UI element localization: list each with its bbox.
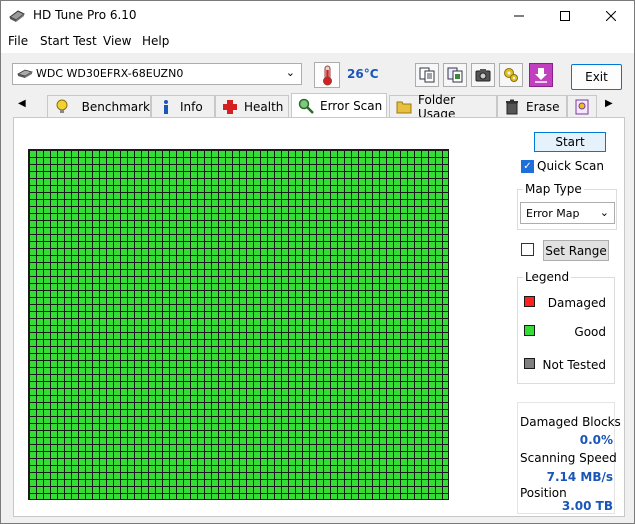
tab-scroll-left-icon[interactable]: ◀ xyxy=(18,98,26,109)
maximize-icon xyxy=(560,11,570,21)
app-window: HD Tune Pro 6.10 File Start Test View He… xyxy=(0,0,635,524)
error-map-grid xyxy=(28,149,449,500)
drive-select[interactable]: WDC WD30EFRX-68EUZN0 ⌄ xyxy=(12,63,302,85)
position-label: Position xyxy=(520,486,567,500)
menu-start-test[interactable]: Start Test xyxy=(40,34,97,48)
map-type-title: Map Type xyxy=(523,182,584,196)
camera-icon xyxy=(475,69,491,82)
drive-name: WDC WD30EFRX-68EUZN0 xyxy=(36,67,184,80)
download-arrow-icon xyxy=(535,68,547,83)
hd-tune-app-icon xyxy=(9,10,25,22)
toolbar: WDC WD30EFRX-68EUZN0 ⌄ 26°C Exit xyxy=(1,53,634,95)
error-scan-panel: Start ✓ Quick Scan Map Type Error Map ⌄ … xyxy=(13,117,625,517)
save-button[interactable] xyxy=(529,63,553,87)
tab-error-scan[interactable]: Error Scan xyxy=(291,93,387,117)
tab-label: Error Scan xyxy=(320,98,383,113)
magnifier-icon xyxy=(298,98,314,114)
menu-help[interactable]: Help xyxy=(142,34,169,48)
options-button[interactable] xyxy=(499,63,523,87)
menu-bar: File Start Test View Help xyxy=(1,31,634,53)
info-icon xyxy=(158,99,174,115)
menu-file[interactable]: File xyxy=(8,34,28,48)
chevron-down-icon: ⌄ xyxy=(599,206,609,219)
red-cross-icon xyxy=(222,99,238,115)
damaged-swatch xyxy=(524,296,535,307)
position-value: 3.00 TB xyxy=(561,499,613,513)
not-tested-swatch xyxy=(524,358,535,369)
tab-bar: ◀ Benchmark Info Health Error Scan Folde… xyxy=(1,93,634,121)
maximize-button[interactable] xyxy=(542,1,588,31)
tab-health[interactable]: Health xyxy=(215,95,289,117)
map-type-select[interactable]: Error Map ⌄ xyxy=(520,202,615,224)
thermometer-icon xyxy=(323,65,332,86)
tab-label: Info xyxy=(180,99,203,114)
trash-icon xyxy=(504,99,520,115)
scanning-speed-label: Scanning Speed xyxy=(520,451,617,465)
start-button[interactable]: Start xyxy=(534,132,606,152)
purple-tab-icon xyxy=(574,99,590,115)
quick-scan-label: Quick Scan xyxy=(537,159,604,173)
legend-damaged-label: Damaged xyxy=(547,296,606,310)
copy-icon xyxy=(419,67,435,83)
folder-icon xyxy=(396,99,412,115)
title-bar: HD Tune Pro 6.10 xyxy=(1,1,634,31)
close-button[interactable] xyxy=(588,1,634,31)
legend-not-tested-label: Not Tested xyxy=(542,358,606,372)
tab-benchmark[interactable]: Benchmark xyxy=(47,95,151,117)
window-title: HD Tune Pro 6.10 xyxy=(33,8,137,22)
tab-label: Erase xyxy=(526,99,560,114)
tab-label: Benchmark xyxy=(81,99,150,114)
tab-label: Health xyxy=(244,99,284,114)
copy-all-icon xyxy=(447,67,463,83)
legend-good-label: Good xyxy=(574,325,606,339)
good-swatch xyxy=(524,325,535,336)
close-icon xyxy=(606,11,616,21)
temperature-button[interactable] xyxy=(314,62,340,88)
chevron-down-icon: ⌄ xyxy=(285,66,295,79)
lightbulb-icon xyxy=(54,99,70,115)
gears-icon xyxy=(504,68,518,82)
tab-more[interactable] xyxy=(567,95,597,117)
hard-drive-icon xyxy=(17,69,33,78)
menu-view[interactable]: View xyxy=(103,34,131,48)
tab-folder-usage[interactable]: Folder Usage xyxy=(389,93,497,121)
scanning-speed-value: 7.14 MB/s xyxy=(546,470,613,484)
copy-info-button[interactable] xyxy=(415,63,439,87)
temperature-value: 26°C xyxy=(347,67,379,81)
tab-erase[interactable]: Erase xyxy=(497,95,567,117)
copy-all-button[interactable] xyxy=(443,63,467,87)
minimize-button[interactable] xyxy=(496,1,542,31)
screenshot-button[interactable] xyxy=(471,63,495,87)
tab-scroll-right-icon[interactable]: ▶ xyxy=(605,98,613,109)
quick-scan-checkbox[interactable]: ✓ xyxy=(521,160,534,173)
tab-info[interactable]: Info xyxy=(151,95,215,117)
map-type-value: Error Map xyxy=(526,207,580,220)
legend-title: Legend xyxy=(523,270,572,284)
exit-button[interactable]: Exit xyxy=(571,64,622,90)
minimize-icon xyxy=(514,15,524,17)
range-checkbox[interactable] xyxy=(521,243,534,256)
damaged-blocks-label: Damaged Blocks xyxy=(520,415,621,429)
damaged-blocks-value: 0.0% xyxy=(579,433,613,447)
set-range-button[interactable]: Set Range xyxy=(543,240,609,261)
